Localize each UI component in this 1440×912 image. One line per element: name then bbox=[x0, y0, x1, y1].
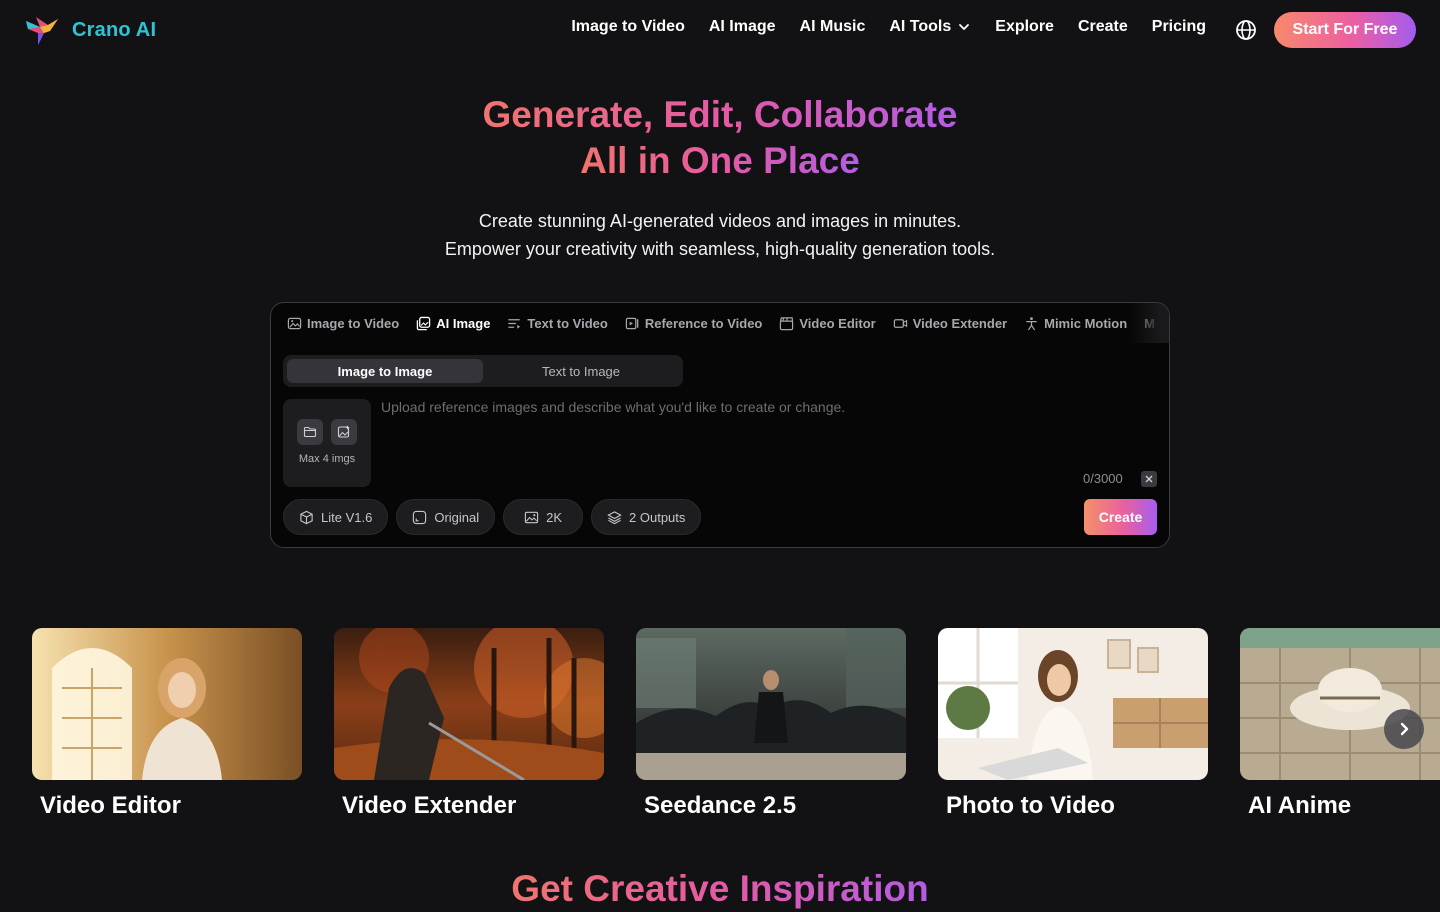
person-motion-icon bbox=[1026, 316, 1037, 330]
image-add-icon[interactable] bbox=[331, 419, 357, 445]
tab-reference-to-video[interactable]: Reference to Video bbox=[625, 315, 763, 331]
cube-icon bbox=[300, 510, 313, 524]
feature-card[interactable]: Video Editor bbox=[32, 628, 302, 820]
model-select[interactable]: Lite V1.6 bbox=[283, 499, 389, 535]
carousel-next-button[interactable] bbox=[1384, 709, 1424, 749]
nav-ai-music[interactable]: AI Music bbox=[800, 18, 866, 36]
feature-title: Video Editor bbox=[40, 792, 181, 819]
video-camera-icon bbox=[893, 318, 907, 328]
reference-video-icon bbox=[625, 317, 639, 329]
nav-ai-tools[interactable]: AI Tools bbox=[889, 18, 971, 36]
aspect-ratio-label: Original bbox=[434, 509, 480, 525]
aspect-icon bbox=[413, 510, 427, 524]
resolution-icon bbox=[524, 511, 539, 523]
inspiration-heading: Get Creative Inspiration bbox=[0, 866, 1440, 912]
nav-ai-tools-label: AI Tools bbox=[889, 18, 952, 35]
hero-subtitle-line1: Create stunning AI-generated videos and … bbox=[478, 211, 962, 231]
tab-label: Image to Video bbox=[307, 315, 400, 331]
hero-title-line1: Generate, Edit, Collaborate bbox=[482, 94, 958, 135]
folder-glyph bbox=[303, 426, 317, 438]
brand-name: Crano AI bbox=[72, 18, 157, 41]
text-lines-icon bbox=[508, 318, 521, 329]
mode-image-to-image[interactable]: Image to Image bbox=[287, 359, 483, 383]
images-icon bbox=[416, 316, 431, 330]
hero-title-line2: All in One Place bbox=[580, 140, 860, 181]
chevron-right-icon bbox=[1400, 722, 1409, 736]
image-add-glyph bbox=[337, 425, 350, 438]
outputs-label: 2 Outputs bbox=[629, 509, 686, 525]
model-select-label: Lite V1.6 bbox=[321, 509, 373, 525]
folder-icon[interactable] bbox=[297, 419, 323, 445]
main-nav: Image to Video AI Image AI Music AI Tool… bbox=[571, 18, 1206, 36]
generation-options: Lite V1.6 Original 2K 2 Outputs bbox=[283, 499, 702, 535]
inspiration-title: Get Creative Inspiration bbox=[511, 868, 929, 909]
feature-title: Photo to Video bbox=[946, 792, 1115, 819]
tabs-scroll-fade bbox=[1129, 303, 1169, 343]
feature-thumbnail bbox=[636, 628, 906, 780]
hero-title: Generate, Edit, Collaborate All in One P… bbox=[0, 92, 1440, 184]
close-icon bbox=[1145, 475, 1153, 483]
feature-title: Seedance 2.5 bbox=[644, 792, 797, 819]
bird-logo-icon bbox=[26, 17, 58, 45]
feature-card[interactable]: Video Extender bbox=[334, 628, 604, 820]
tab-mimic-motion[interactable]: Mimic Motion bbox=[1024, 316, 1127, 331]
hero-subtitle-line2: Empower your creativity with seamless, h… bbox=[444, 239, 996, 259]
tab-video-editor[interactable]: Video Editor bbox=[779, 315, 876, 331]
tab-label: Mimic Motion bbox=[1044, 315, 1128, 331]
nav-ai-image[interactable]: AI Image bbox=[709, 18, 776, 36]
top-navbar: Crano AI Image to Video AI Image AI Musi… bbox=[0, 0, 1440, 60]
tab-label: AI Image bbox=[436, 315, 491, 331]
generator-tabs: Image to Video AI Image Text to Video Re… bbox=[287, 303, 1155, 343]
resolution-label: 2K bbox=[546, 509, 563, 525]
nav-image-to-video[interactable]: Image to Video bbox=[571, 18, 685, 36]
tab-text-to-video[interactable]: Text to Video bbox=[507, 315, 608, 331]
image-video-icon bbox=[287, 317, 302, 329]
clear-prompt-button[interactable] bbox=[1141, 471, 1157, 487]
layers-icon bbox=[607, 510, 622, 524]
feature-thumbnail bbox=[32, 628, 302, 780]
image-upload-area[interactable]: Max 4 imgs bbox=[283, 399, 371, 487]
globe-icon[interactable] bbox=[1234, 18, 1258, 42]
chevron-down-icon bbox=[959, 24, 970, 30]
tab-label: Video Extender bbox=[912, 315, 1008, 331]
tab-video-extender[interactable]: Video Extender bbox=[893, 316, 1007, 331]
outputs-select[interactable]: 2 Outputs bbox=[591, 499, 702, 535]
hero-subtitle: Create stunning AI-generated videos and … bbox=[0, 207, 1440, 263]
start-for-free-button[interactable]: Start For Free bbox=[1274, 12, 1416, 48]
aspect-ratio-select[interactable]: Original bbox=[396, 499, 496, 535]
feature-thumbnail bbox=[938, 628, 1208, 780]
nav-create[interactable]: Create bbox=[1078, 18, 1128, 36]
brand-logo-link[interactable]: Crano AI bbox=[24, 13, 156, 47]
feature-thumbnail bbox=[1240, 628, 1440, 780]
generator-panel: Image to Video AI Image Text to Video Re… bbox=[270, 302, 1170, 548]
mode-text-to-image[interactable]: Text to Image bbox=[483, 359, 679, 383]
tab-label: Text to Video bbox=[527, 315, 608, 331]
feature-thumbnail bbox=[334, 628, 604, 780]
feature-card[interactable]: Photo to Video bbox=[938, 628, 1208, 820]
clapperboard-icon bbox=[780, 316, 794, 330]
prompt-textarea[interactable] bbox=[381, 399, 1151, 463]
nav-pricing[interactable]: Pricing bbox=[1152, 18, 1206, 36]
upload-limit-label: Max 4 imgs bbox=[298, 453, 356, 465]
create-button[interactable]: Create bbox=[1084, 499, 1157, 535]
nav-explore[interactable]: Explore bbox=[995, 18, 1054, 36]
tab-label: Reference to Video bbox=[644, 315, 763, 331]
character-counter: 0/3000 bbox=[1083, 471, 1123, 486]
mode-toggle: Image to Image Text to Image bbox=[283, 355, 683, 387]
tab-ai-image[interactable]: AI Image bbox=[416, 316, 490, 331]
tab-label: Video Editor bbox=[799, 315, 876, 331]
resolution-select[interactable]: 2K bbox=[503, 499, 584, 535]
feature-title: AI Anime bbox=[1248, 792, 1352, 819]
feature-title: Video Extender bbox=[342, 792, 517, 819]
tab-image-to-video[interactable]: Image to Video bbox=[287, 316, 399, 331]
feature-card[interactable]: Seedance 2.5 bbox=[636, 628, 906, 820]
